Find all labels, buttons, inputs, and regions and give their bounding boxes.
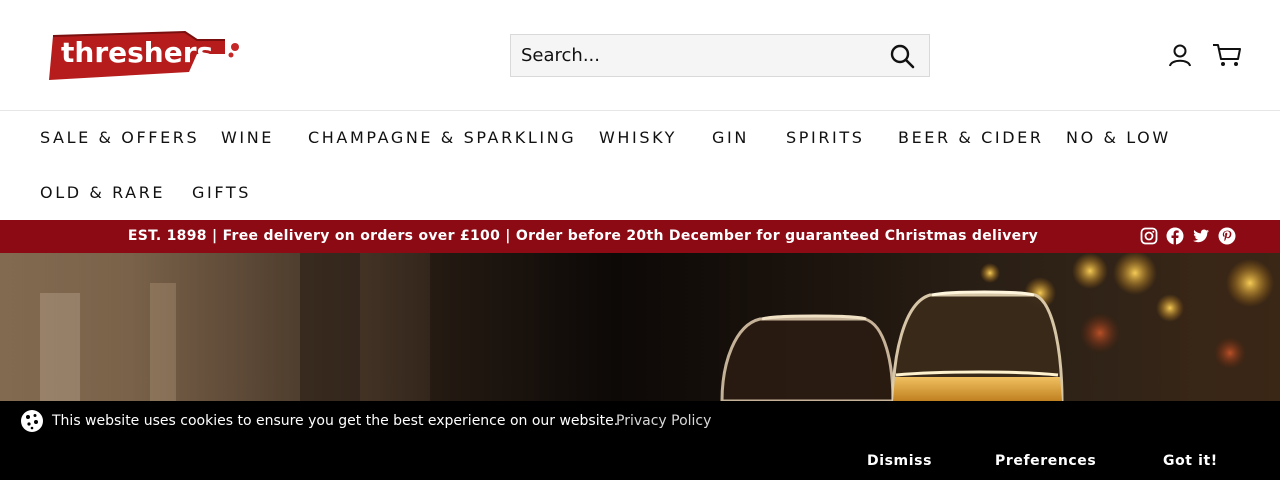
cookie-message: This website uses cookies to ensure you …: [52, 413, 619, 429]
nav-item-spirits[interactable]: SPIRITS: [786, 128, 865, 147]
site-header: threshers: [0, 0, 1280, 111]
got-it-button[interactable]: Got it!: [1163, 453, 1218, 469]
pinterest-icon: [1218, 227, 1236, 245]
pinterest-link[interactable]: [1218, 227, 1236, 245]
nav-item-old-rare[interactable]: OLD & RARE: [40, 183, 165, 202]
twitter-link[interactable]: [1192, 227, 1210, 245]
nav-item-whisky[interactable]: WHISKY: [599, 128, 677, 147]
logo-text: threshers: [61, 36, 213, 69]
nav-item-gin[interactable]: GIN: [712, 128, 749, 147]
main-nav: SALE & OFFERS WINE CHAMPAGNE & SPARKLING…: [0, 112, 1280, 220]
search-input[interactable]: [521, 35, 881, 76]
hero-glasses-image: [0, 253, 1280, 401]
search-icon: [890, 44, 915, 69]
privacy-policy-link[interactable]: Privacy Policy: [616, 413, 711, 429]
cart-icon: [1213, 44, 1241, 66]
facebook-icon: [1166, 227, 1184, 245]
logo-bottle-icon: threshers: [49, 30, 239, 80]
cart-button[interactable]: [1212, 42, 1242, 68]
account-icon: [1169, 44, 1191, 67]
search-bar: [510, 34, 930, 77]
announcement-bar: EST. 1898 | Free delivery on orders over…: [0, 220, 1280, 253]
account-button[interactable]: [1167, 42, 1193, 68]
nav-item-no-low[interactable]: NO & LOW: [1066, 128, 1171, 147]
nav-item-champagne-sparkling[interactable]: CHAMPAGNE & SPARKLING: [308, 128, 576, 147]
cookie-banner: This website uses cookies to ensure you …: [0, 401, 1280, 480]
cookie-icon: [21, 410, 43, 432]
nav-item-beer-cider[interactable]: BEER & CIDER: [898, 128, 1044, 147]
brand-logo[interactable]: threshers: [47, 28, 243, 84]
nav-item-wine[interactable]: WINE: [221, 128, 274, 147]
hero-banner[interactable]: [0, 253, 1280, 401]
twitter-icon: [1193, 229, 1209, 243]
nav-item-sale-offers[interactable]: SALE & OFFERS: [40, 128, 199, 147]
dismiss-button[interactable]: Dismiss: [867, 453, 932, 469]
nav-item-gifts[interactable]: GIFTS: [192, 183, 251, 202]
instagram-link[interactable]: [1140, 227, 1158, 245]
search-button[interactable]: [889, 43, 915, 69]
instagram-icon: [1140, 227, 1158, 245]
facebook-link[interactable]: [1166, 227, 1184, 245]
announcement-text: EST. 1898 | Free delivery on orders over…: [127, 228, 1039, 244]
preferences-button[interactable]: Preferences: [995, 453, 1096, 469]
